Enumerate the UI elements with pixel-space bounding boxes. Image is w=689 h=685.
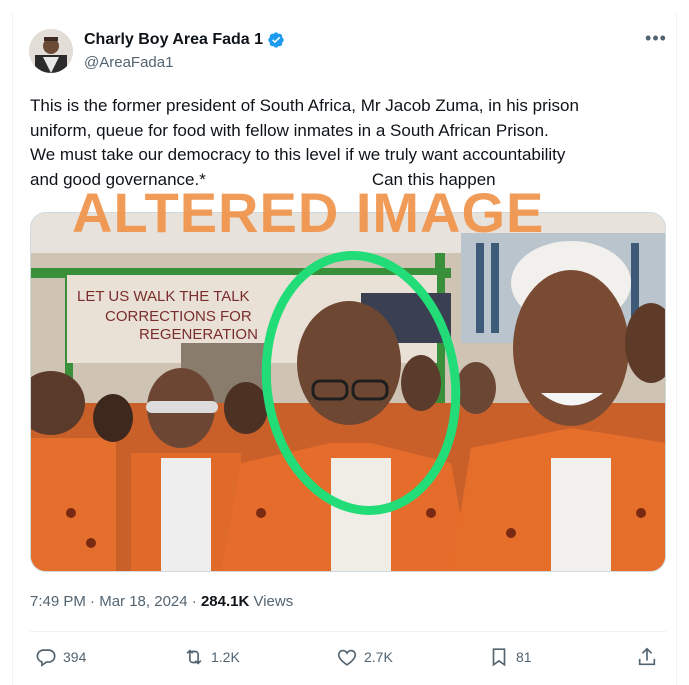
banner-text-3: REGENERATION <box>139 326 258 343</box>
verified-badge-icon <box>268 32 284 48</box>
tweet-line: This is the former president of South Af… <box>30 96 579 115</box>
tweet-date[interactable]: Mar 18, 2024 <box>99 593 187 610</box>
reply-count: 394 <box>63 649 87 665</box>
tweet-line: We must take our democracy to this level… <box>30 145 566 164</box>
tweet-time[interactable]: 7:49 PM <box>30 593 86 610</box>
views-count: 284.1K <box>200 593 250 610</box>
like-count: 2.7K <box>364 649 393 665</box>
altered-image-watermark: ALTERED IMAGE <box>72 181 545 244</box>
like-button[interactable]: 2.7K <box>336 646 393 668</box>
banner-text-2: CORRECTIONS FOR <box>105 308 252 325</box>
reply-button[interactable]: 394 <box>35 646 86 668</box>
bookmark-count: 81 <box>516 649 532 665</box>
meta-separator: · <box>85 593 100 610</box>
author-name[interactable]: Charly Boy Area Fada 1 <box>84 31 285 49</box>
tweet-text: This is the former president of South Af… <box>30 94 670 192</box>
views-label: Views <box>249 593 294 610</box>
tweet-metadata: 7:49 PM · Mar 18, 2024 · 284.1K Views <box>30 593 293 610</box>
action-bar: 394 1.2K 2.7K 81 <box>30 632 666 684</box>
share-icon <box>638 647 656 666</box>
tweet-photo[interactable]: LET US WALK THE TALK CORRECTIONS FOR REG… <box>30 212 666 572</box>
author-handle[interactable]: @AreaFada1 <box>84 54 173 71</box>
meta-separator: · <box>187 593 201 610</box>
repost-button[interactable]: 1.2K <box>183 646 240 668</box>
banner-text-1: LET US WALK THE TALK <box>77 288 250 305</box>
avatar-image <box>29 29 73 73</box>
prison-photo: LET US WALK THE TALK CORRECTIONS FOR REG… <box>31 213 665 571</box>
tweet-line: uniform, queue for food with fellow inma… <box>30 120 549 140</box>
author-display-name[interactable]: Charly Boy Area Fada 1 <box>84 31 263 49</box>
reply-icon <box>36 649 56 667</box>
bookmark-icon <box>492 648 506 667</box>
avatar[interactable] <box>29 29 73 73</box>
bookmark-button[interactable]: 81 <box>488 646 532 668</box>
repost-count: 1.2K <box>211 649 240 665</box>
heart-icon <box>337 649 357 666</box>
repost-icon <box>186 649 202 665</box>
share-button[interactable] <box>636 646 658 668</box>
more-options-icon[interactable]: ••• <box>642 28 670 52</box>
